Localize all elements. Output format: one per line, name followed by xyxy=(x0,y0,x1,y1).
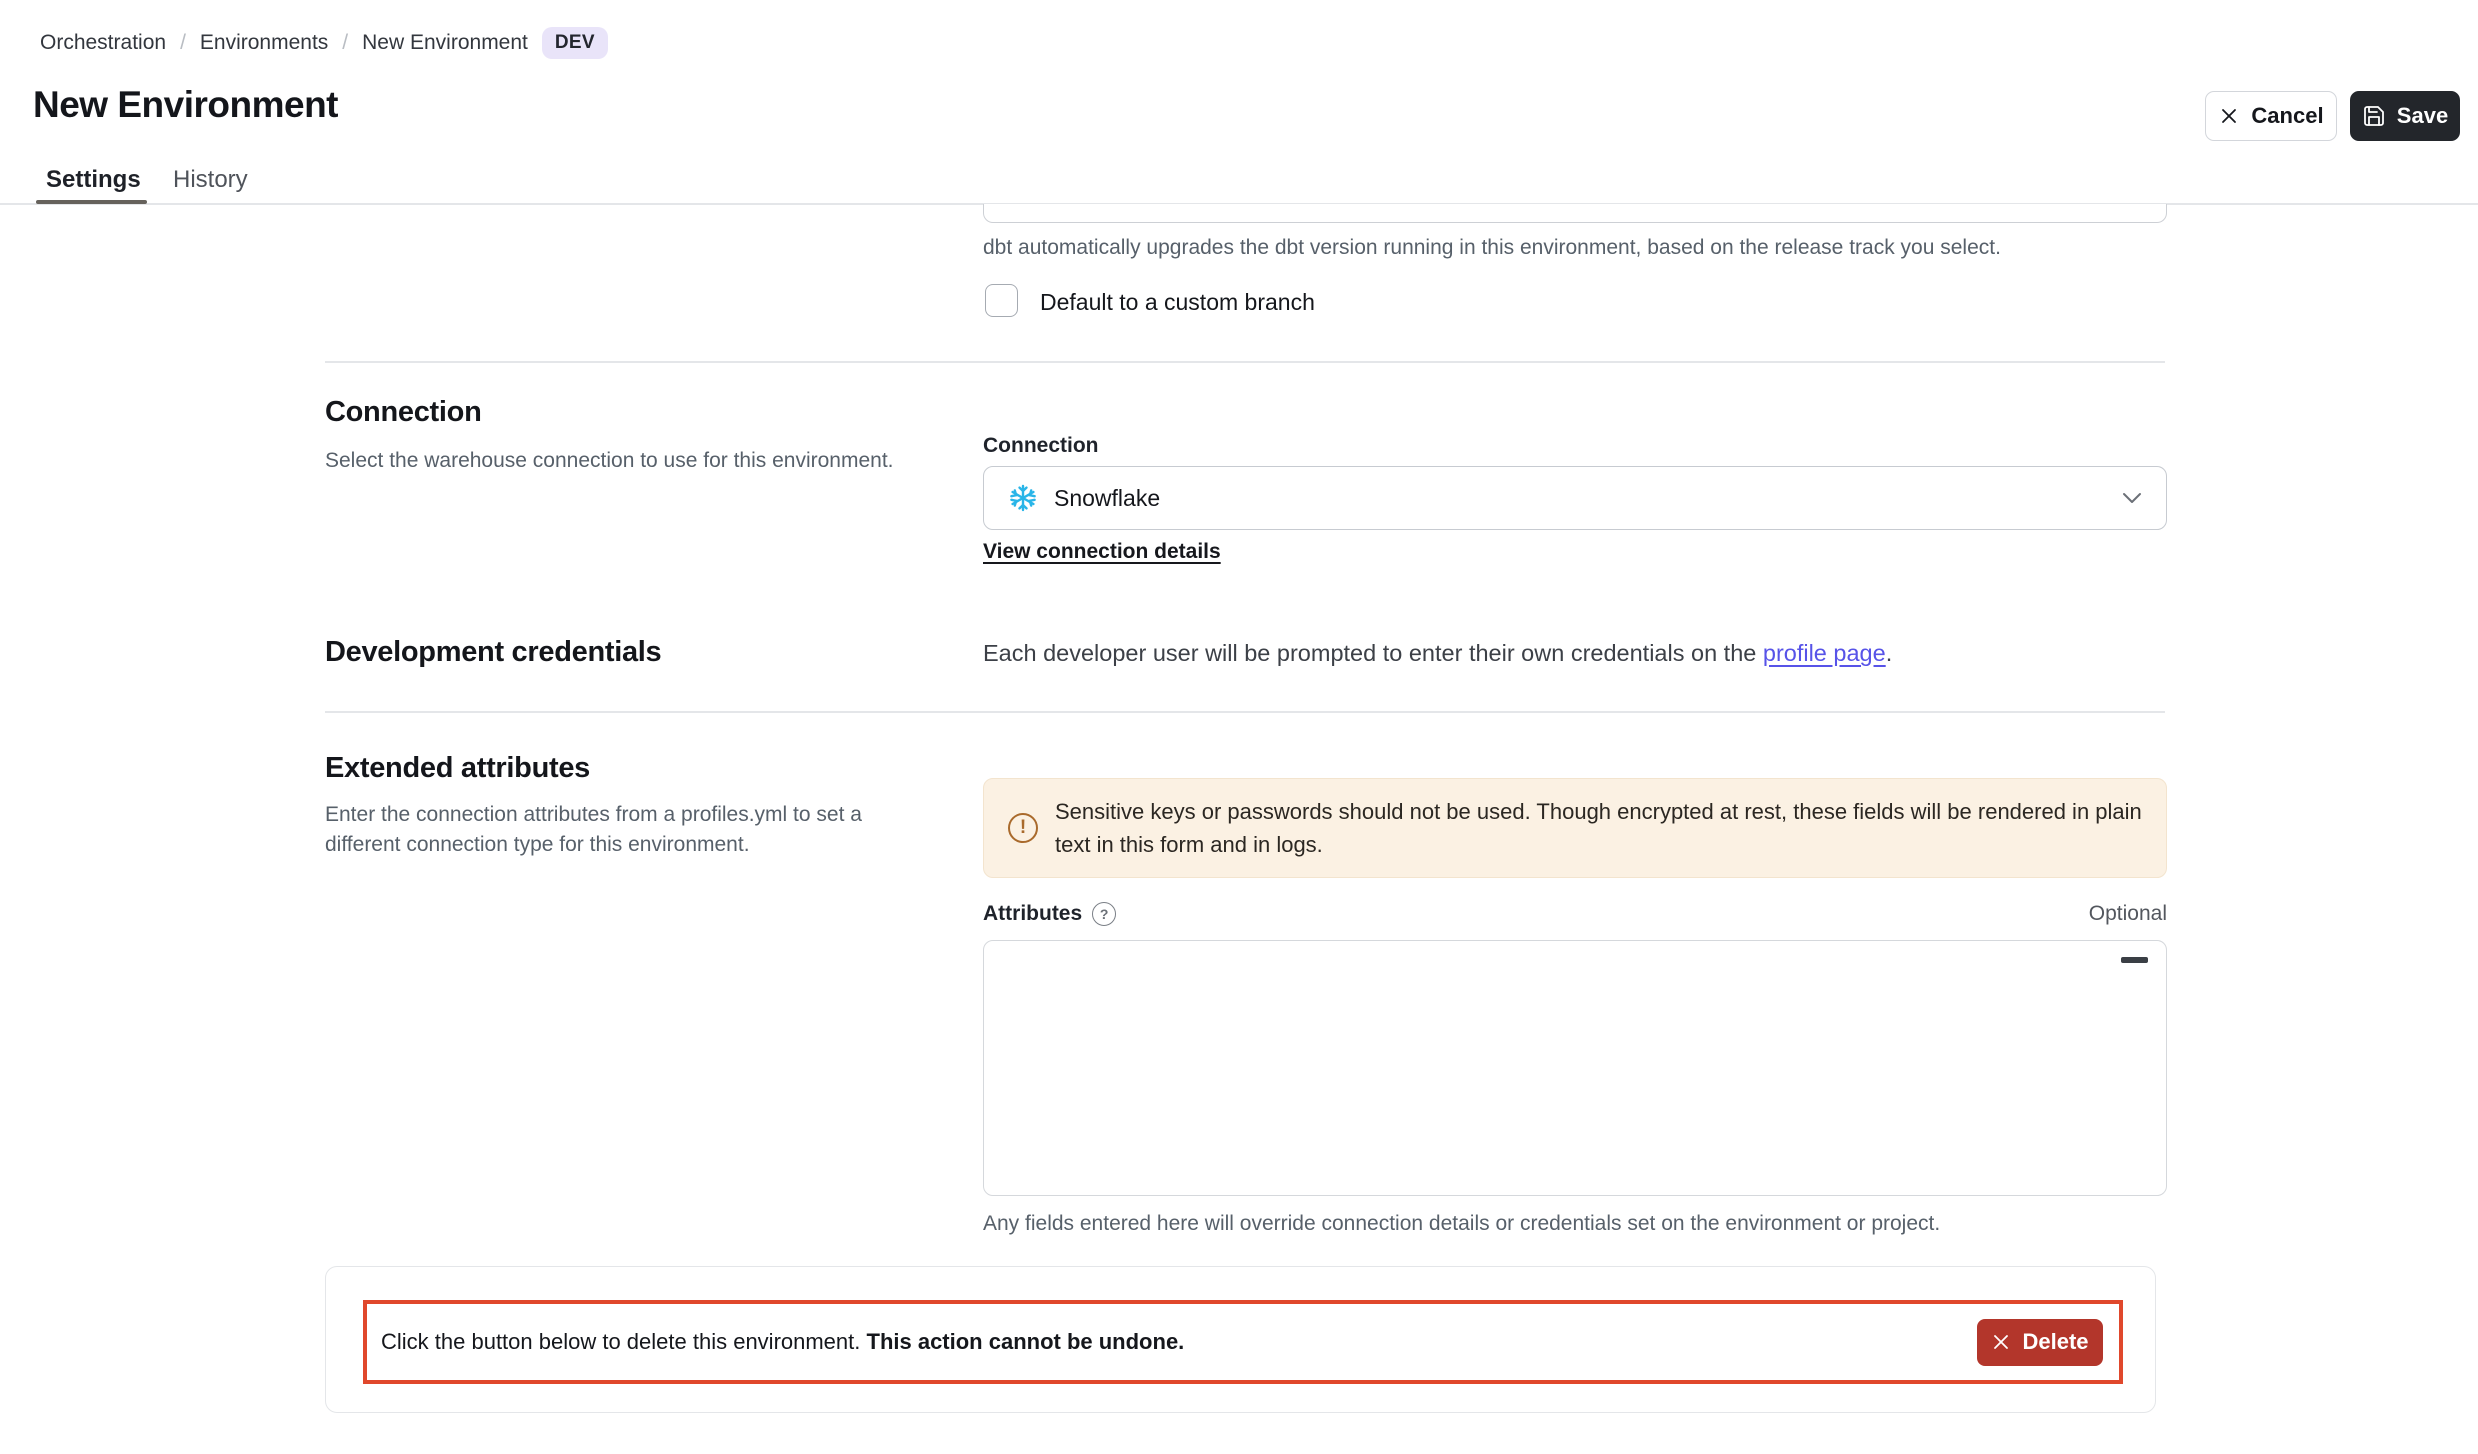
breadcrumb: Orchestration / Environments / New Envir… xyxy=(40,24,608,62)
connection-section-description: Select the warehouse connection to use f… xyxy=(325,446,965,476)
connection-section-heading: Connection xyxy=(325,396,482,429)
profile-page-link[interactable]: profile page xyxy=(1763,640,1886,666)
warning-icon: ! xyxy=(1008,813,1038,843)
new-environment-page: Orchestration / Environments / New Envir… xyxy=(0,0,2478,1454)
optional-label: Optional xyxy=(2089,902,2167,926)
cancel-button-label: Cancel xyxy=(2251,103,2323,129)
chevron-down-icon xyxy=(2122,492,2142,504)
custom-branch-checkbox[interactable] xyxy=(985,284,1018,317)
danger-zone-card: Click the button below to delete this en… xyxy=(325,1266,2156,1413)
section-divider xyxy=(325,711,2165,713)
help-icon[interactable]: ? xyxy=(1092,902,1116,926)
sensitive-keys-warning: ! Sensitive keys or passwords should not… xyxy=(983,778,2167,878)
close-icon xyxy=(1991,1332,2011,1352)
development-credentials-heading: Development credentials xyxy=(325,636,661,669)
delete-highlight-box: Click the button below to delete this en… xyxy=(363,1300,2123,1384)
dev-credentials-text-after: . xyxy=(1886,640,1893,666)
breadcrumb-separator: / xyxy=(342,31,348,55)
save-button-label: Save xyxy=(2397,103,2448,129)
breadcrumb-environments[interactable]: Environments xyxy=(200,31,328,55)
view-connection-details-link[interactable]: View connection details xyxy=(983,540,1221,564)
tab-history[interactable]: History xyxy=(173,166,248,194)
release-track-select-partial[interactable] xyxy=(983,204,2167,223)
delete-message: Click the button below to delete this en… xyxy=(381,1329,1184,1355)
save-icon xyxy=(2362,104,2386,128)
breadcrumb-orchestration[interactable]: Orchestration xyxy=(40,31,166,55)
extended-attributes-heading: Extended attributes xyxy=(325,752,590,785)
close-icon xyxy=(2218,105,2240,127)
breadcrumb-separator: / xyxy=(180,31,186,55)
delete-message-bold: This action cannot be undone. xyxy=(867,1329,1185,1354)
release-track-helper-text: dbt automatically upgrades the dbt versi… xyxy=(983,236,2001,260)
attributes-label: Attributes xyxy=(983,902,1082,926)
section-divider xyxy=(325,361,2165,363)
environment-type-badge: DEV xyxy=(542,27,608,59)
breadcrumb-current: New Environment xyxy=(362,31,528,55)
dev-credentials-text-before: Each developer user will be prompted to … xyxy=(983,640,1763,666)
active-tab-underline xyxy=(36,200,147,204)
delete-message-normal: Click the button below to delete this en… xyxy=(381,1329,867,1354)
collapse-icon[interactable] xyxy=(2121,957,2148,963)
save-button[interactable]: Save xyxy=(2350,91,2460,141)
development-credentials-text: Each developer user will be prompted to … xyxy=(983,640,1892,667)
attributes-editor[interactable] xyxy=(983,940,2167,1196)
connection-select[interactable]: Snowflake xyxy=(983,466,2167,530)
connection-field-label: Connection xyxy=(983,434,1099,458)
snowflake-icon xyxy=(1008,483,1038,513)
extended-attributes-description: Enter the connection attributes from a p… xyxy=(325,800,940,861)
warning-text: Sensitive keys or passwords should not b… xyxy=(1055,795,2142,861)
cancel-button[interactable]: Cancel xyxy=(2205,91,2337,141)
page-title: New Environment xyxy=(33,84,338,126)
tab-settings[interactable]: Settings xyxy=(46,166,141,194)
attributes-label-row: Attributes ? Optional xyxy=(983,902,2167,926)
delete-button[interactable]: Delete xyxy=(1977,1319,2103,1366)
custom-branch-label[interactable]: Default to a custom branch xyxy=(1040,289,1315,316)
attributes-helper-text: Any fields entered here will override co… xyxy=(983,1212,1940,1236)
connection-selected-value: Snowflake xyxy=(1054,485,1160,512)
delete-button-label: Delete xyxy=(2022,1329,2088,1355)
